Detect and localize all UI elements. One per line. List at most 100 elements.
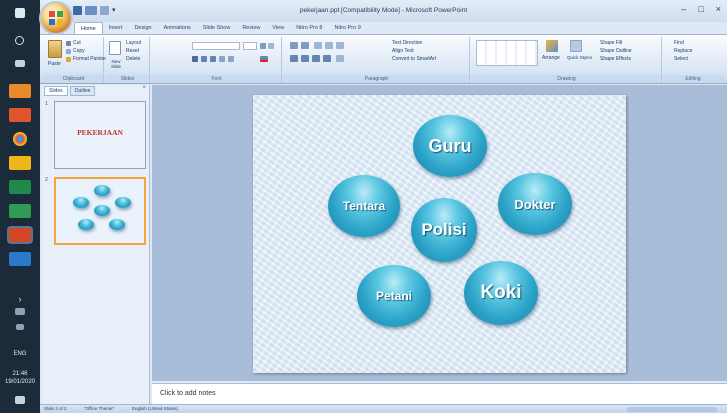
status-language[interactable]: English (United States) <box>132 406 178 411</box>
layout-button[interactable]: Layout <box>126 40 141 46</box>
thumbnail-bubble <box>73 197 89 208</box>
bubble-polisi[interactable]: Polisi <box>411 198 477 262</box>
zoom-slider[interactable] <box>627 407 717 412</box>
bubble-dokter[interactable]: Dokter <box>498 173 572 235</box>
arrange-button[interactable]: Arrange <box>542 55 560 61</box>
thumbnail-bubble <box>78 219 94 230</box>
minimize-button[interactable]: – <box>681 4 686 14</box>
editing-group-label: Editing <box>664 75 722 83</box>
tab-view[interactable]: View <box>266 22 290 34</box>
shape-fill-button[interactable]: Shape Fill <box>600 40 622 46</box>
clock-date[interactable]: 19/01/2020 <box>0 378 40 386</box>
status-bar: Slide 2 of 2 "Office Theme" English (Uni… <box>40 404 727 413</box>
bullets-icon[interactable] <box>290 42 298 49</box>
tray-chevron-icon[interactable]: › <box>9 294 31 308</box>
thumbnail-bubble <box>94 185 110 196</box>
ribbon-tabs: Home Insert Design Animations Slide Show… <box>74 22 367 34</box>
close-button[interactable]: × <box>716 4 721 14</box>
bubble-koki[interactable]: Koki <box>464 261 538 325</box>
tab-nitro-pro-9[interactable]: Nitro Pro 9 <box>328 22 366 34</box>
align-text-button[interactable]: Align Text <box>392 48 414 54</box>
tab-slide-show[interactable]: Slide Show <box>197 22 237 34</box>
tab-outline[interactable]: Outline <box>69 86 96 96</box>
delete-button[interactable]: Delete <box>126 56 140 62</box>
italic-icon[interactable] <box>201 56 207 62</box>
bubble-tentara[interactable]: Tentara <box>328 175 400 237</box>
new-slide-button[interactable]: New Slide <box>108 59 124 69</box>
font-name-dropdown[interactable] <box>192 42 240 50</box>
tab-animations[interactable]: Animations <box>158 22 197 34</box>
tab-home[interactable]: Home <box>74 22 103 34</box>
align-right-icon[interactable] <box>312 55 320 62</box>
app-icon-green[interactable] <box>9 180 31 194</box>
grow-font-icon[interactable] <box>260 43 266 49</box>
app-icon-orange[interactable] <box>9 84 31 98</box>
text-direction-button[interactable]: Text Direction <box>392 40 422 46</box>
align-center-icon[interactable] <box>301 55 309 62</box>
reset-button[interactable]: Reset <box>126 48 139 54</box>
font-color-icon[interactable] <box>260 56 268 62</box>
select-button[interactable]: Select <box>674 56 688 62</box>
slide-number-1: 1 <box>45 101 48 107</box>
cut-button[interactable]: Cut <box>73 40 81 46</box>
find-button[interactable]: Find <box>674 40 684 46</box>
bubble-guru[interactable]: Guru <box>413 115 487 177</box>
excel-icon[interactable] <box>9 204 31 218</box>
strikethrough-icon[interactable] <box>219 56 225 62</box>
shrink-font-icon[interactable] <box>268 43 274 49</box>
tab-slides[interactable]: Slides <box>44 86 68 96</box>
font-size-dropdown[interactable] <box>243 42 257 50</box>
notes-pane[interactable]: Click to add notes <box>152 383 727 404</box>
app-icon-yellow[interactable] <box>9 156 31 170</box>
shape-outline-button[interactable]: Shape Outline <box>600 48 632 54</box>
network-icon[interactable] <box>15 308 25 315</box>
tab-nitro-pro-8[interactable]: Nitro Pro 8 <box>290 22 328 34</box>
office-button[interactable] <box>41 3 71 33</box>
replace-button[interactable]: Replace <box>674 48 692 54</box>
office-logo-icon <box>49 11 63 25</box>
numbering-icon[interactable] <box>301 42 309 49</box>
quick-styles-icon[interactable] <box>570 40 582 52</box>
format-painter-button[interactable]: Format Painter <box>73 56 106 62</box>
tab-review[interactable]: Review <box>236 22 266 34</box>
volume-icon[interactable] <box>16 324 24 330</box>
chrome-icon[interactable] <box>13 132 27 146</box>
shadow-icon[interactable] <box>228 56 234 62</box>
app-icon-red[interactable] <box>9 108 31 122</box>
slide-thumbnail-1[interactable]: PEKERJAAN <box>54 101 146 169</box>
start-icon[interactable] <box>15 8 25 18</box>
language-indicator[interactable]: ENG <box>0 350 40 358</box>
pane-close-button[interactable]: × <box>142 85 146 91</box>
line-spacing-icon[interactable] <box>336 42 344 49</box>
underline-icon[interactable] <box>210 56 216 62</box>
tab-insert[interactable]: Insert <box>103 22 129 34</box>
align-left-icon[interactable] <box>290 55 298 62</box>
powerpoint-icon[interactable] <box>9 228 31 242</box>
decrease-indent-icon[interactable] <box>314 42 322 49</box>
justify-icon[interactable] <box>323 55 331 62</box>
task-view-icon[interactable] <box>15 60 25 67</box>
app-icon-blue[interactable] <box>9 252 31 266</box>
clock-time[interactable]: 21:46 <box>0 370 40 378</box>
increase-indent-icon[interactable] <box>325 42 333 49</box>
bubble-petani[interactable]: Petani <box>357 265 431 327</box>
shapes-gallery[interactable] <box>476 40 538 66</box>
convert-smartart-button[interactable]: Convert to SmartArt <box>392 56 436 62</box>
notification-icon[interactable] <box>15 396 25 404</box>
title-bar: ▾ pekerjaan.ppt [Compatibility Mode] - M… <box>40 0 727 22</box>
bold-icon[interactable] <box>192 56 198 62</box>
maximize-button[interactable]: □ <box>698 4 703 14</box>
tab-design[interactable]: Design <box>128 22 157 34</box>
current-slide[interactable]: Guru Tentara Polisi Dokter Petani Koki <box>253 95 626 373</box>
shape-effects-button[interactable]: Shape Effects <box>600 56 631 62</box>
copy-button[interactable]: Copy <box>73 48 85 54</box>
paste-icon[interactable] <box>48 40 62 58</box>
paste-button[interactable]: Paste <box>48 61 61 67</box>
new-slide-icon[interactable] <box>109 41 121 55</box>
format-painter-icon <box>66 57 71 62</box>
columns-icon[interactable] <box>336 55 344 62</box>
quick-styles-button[interactable]: Quick Styles <box>567 55 592 60</box>
slide-thumbnail-2[interactable] <box>54 177 146 245</box>
search-icon[interactable] <box>15 36 24 45</box>
arrange-icon[interactable] <box>546 40 558 52</box>
